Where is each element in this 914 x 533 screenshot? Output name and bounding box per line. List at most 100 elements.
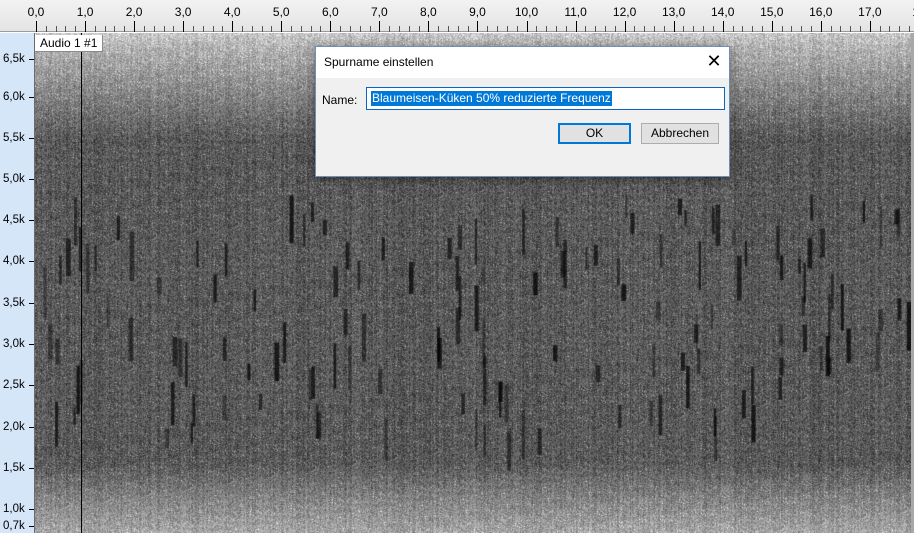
frequency-label: 6,5k [3,53,25,65]
ruler-minor-tick [75,26,76,32]
ruler-minor-tick [762,26,763,32]
ruler-minor-tick [114,26,115,32]
ruler-minor-tick [703,26,704,32]
ruler-minor-tick [154,26,155,32]
ruler-minor-tick [468,26,469,32]
ruler-minor-tick [850,26,851,32]
ruler-minor-tick [889,26,890,32]
ruler-major-tick [576,21,577,32]
ruler-minor-tick [222,26,223,32]
ruler-minor-tick [497,26,498,32]
frequency-label: 5,5k [3,132,25,144]
ruler-minor-tick [311,26,312,32]
ruler-minor-tick [566,26,567,32]
ruler-minor-tick [46,26,47,32]
frequency-label: 4,0k [3,255,25,267]
ruler-tick-label: 3,0 [174,5,192,19]
ruler-tick-label: 9,0 [469,5,486,19]
frequency-tick [29,179,34,180]
ruler-minor-tick [683,26,684,32]
close-icon[interactable]: ✕ [699,47,729,78]
frequency-tick [29,509,34,510]
frequency-label: 2,0k [3,421,25,433]
ruler-tick-label: 5,0 [272,5,290,19]
ruler-minor-tick [164,26,165,32]
ruler-minor-tick [840,26,841,32]
cancel-button[interactable]: Abbrechen [641,123,719,144]
ruler-minor-tick [144,26,145,32]
frequency-label: 3,5k [3,297,25,309]
ruler-major-tick [821,21,822,32]
track-name-input[interactable]: Blaumeisen-Küken 50% reduzierte Frequenz [366,87,725,110]
ruler-minor-tick [173,26,174,32]
ruler-tick-label: 13,0 [661,5,686,19]
ruler-minor-tick [791,26,792,32]
ok-button[interactable]: OK [558,123,631,144]
ruler-minor-tick [831,26,832,32]
ruler-minor-tick [360,26,361,32]
frequency-label: 1,0k [3,503,25,515]
ruler-major-tick [772,21,773,32]
frequency-label: 3,0k [3,338,25,350]
ruler-major-tick [428,21,429,32]
frequency-label: 0,7k [3,520,25,532]
frequency-tick [29,97,34,98]
ruler-minor-tick [350,26,351,32]
ruler-tick-label: 2,0 [125,5,143,19]
ruler-minor-tick [487,26,488,32]
ruler-minor-tick [409,26,410,32]
ruler-tick-label: 12,0 [612,5,637,19]
ruler-minor-tick [291,26,292,32]
ruler-minor-tick [615,26,616,32]
ruler-minor-tick [193,26,194,32]
ruler-minor-tick [65,26,66,32]
ruler-minor-tick [644,26,645,32]
frequency-label: 2,5k [3,379,25,391]
ruler-minor-tick [399,26,400,32]
ruler-minor-tick [242,26,243,32]
ruler-major-tick [870,21,871,32]
timeline-ruler[interactable]: 0,0 1,0 2,0 3,0 4,0 5,0 6,0 7,0 8,0 9,0 10,0 11,0 12… [0,0,914,32]
ruler-tick-label: 14,0 [711,5,735,19]
track-name-input-value: Blaumeisen-Küken 50% reduzierte Frequenz [371,91,612,106]
frequency-scale[interactable]: 6,5k 6,0k 5,5k 5,0k 4,5k 4,0k 3,5k 3,0k 2,5k 2,0k… [0,33,35,533]
ruler-minor-tick [517,26,518,32]
ruler-tick-label: 11,0 [564,5,587,19]
ruler-minor-tick [752,26,753,32]
frequency-label: 1,5k [3,462,25,474]
ruler-tick-label: 6,0 [321,5,339,19]
ruler-tick-label: 16,0 [809,5,833,19]
ruler-minor-tick [340,26,341,32]
ruler-major-tick [330,21,331,32]
ruler-minor-tick [634,26,635,32]
ruler-minor-tick [458,26,459,32]
ruler-major-tick [379,21,380,32]
ruler-minor-tick [370,26,371,32]
name-field-label: Name: [322,93,358,107]
ruler-tick-label: 1,0 [76,5,94,19]
ruler-minor-tick [95,26,96,32]
ruler-major-tick [723,21,724,32]
ruler-minor-tick [713,26,714,32]
ruler-major-tick [36,21,37,32]
frequency-tick [29,385,34,386]
ruler-minor-tick [438,26,439,32]
ruler-minor-tick [693,26,694,32]
ruler-minor-tick [801,26,802,32]
ruler-tick-label: 7,0 [371,5,388,19]
ruler-major-tick [281,21,282,32]
ruler-tick-label: 17,0 [858,5,882,19]
frequency-label: 6,0k [3,91,25,103]
ruler-minor-tick [536,26,537,32]
dialog-titlebar[interactable]: Spurname einstellen ✕ [316,47,729,78]
frequency-label: 5,0k [3,173,25,185]
ruler-minor-tick [105,26,106,32]
frequency-tick [29,220,34,221]
ruler-minor-tick [271,26,272,32]
ruler-minor-tick [419,26,420,32]
track-name-label[interactable]: Audio 1 #1 [35,35,104,52]
ruler-major-tick [85,21,86,32]
ruler-minor-tick [507,26,508,32]
ruler-tick-label: 8,0 [420,5,437,19]
ruler-minor-tick [556,26,557,32]
